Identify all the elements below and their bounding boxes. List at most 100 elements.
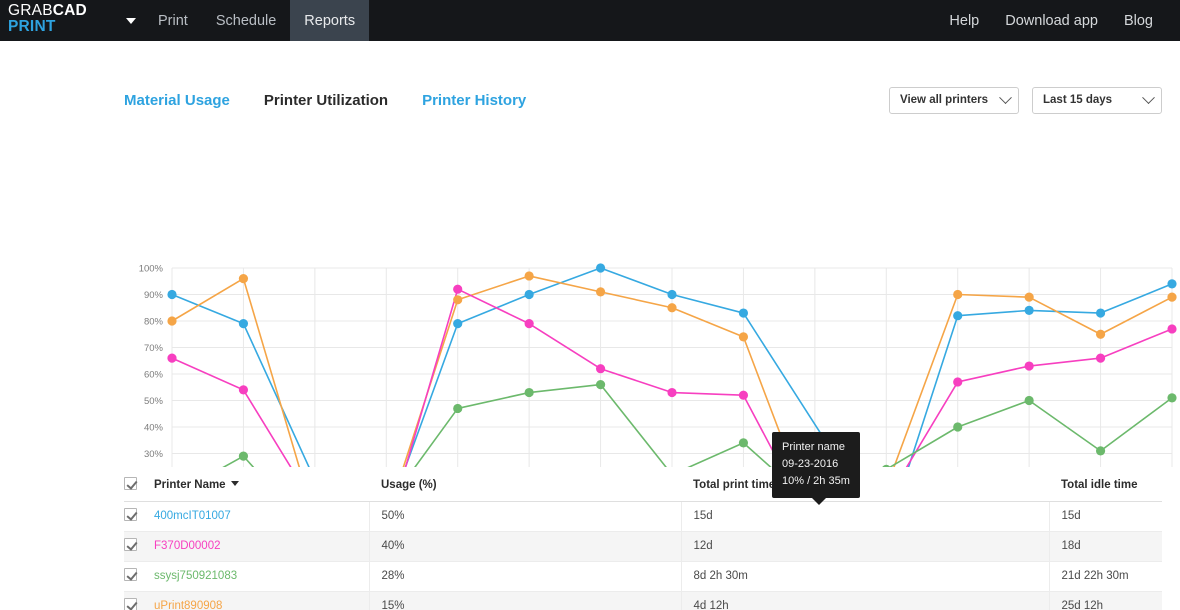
series-data-point[interactable] [738, 308, 749, 318]
series-data-point[interactable] [238, 274, 249, 284]
series-data-point[interactable] [1167, 292, 1177, 302]
nav-item-print[interactable]: Print [144, 0, 202, 41]
series-data-point[interactable] [595, 287, 606, 297]
row-checkbox[interactable] [124, 538, 137, 551]
series-data-point[interactable] [524, 289, 534, 300]
row-select-cell [124, 501, 154, 532]
nav-dropdown-toggle[interactable] [118, 0, 144, 41]
total-idle-time-cell: 21d 22h 30m [1048, 561, 1162, 592]
series-data-point[interactable] [238, 319, 249, 329]
y-axis-tick-label: 50% [144, 396, 164, 407]
series-data-point[interactable] [953, 311, 963, 321]
nav-link-help[interactable]: Help [936, 0, 992, 41]
total-print-time-cell: 4d 12h [680, 591, 1049, 610]
printers-table-body: 400mcIT01007 50% 15d 15d F370D00002 40% 12d 18d… [124, 501, 1162, 610]
nav-link-download-app[interactable]: Download app [992, 0, 1111, 41]
row-select-cell [124, 561, 154, 592]
series-data-point[interactable] [453, 319, 463, 329]
series-data-point[interactable] [453, 403, 463, 414]
tab-printer-utilization[interactable]: Printer Utilization [264, 92, 388, 109]
series-data-point[interactable] [953, 289, 963, 300]
series-data-point[interactable] [953, 422, 963, 432]
table-row[interactable]: ssysj750921083 28% 8d 2h 30m 21d 22h 30m [124, 561, 1162, 592]
series-data-point[interactable] [738, 332, 749, 342]
header-usage[interactable]: Usage (%) [369, 471, 681, 502]
series-data-point[interactable] [667, 387, 677, 398]
series-data-point[interactable] [667, 289, 677, 300]
tab-printer-history[interactable]: Printer History [422, 92, 526, 109]
total-idle-time-cell: 15d [1048, 501, 1162, 532]
table-row[interactable]: F370D00002 40% 12d 18d [124, 531, 1162, 562]
printer-name-link[interactable]: uPrint890908 [154, 600, 222, 610]
series-data-point[interactable] [1095, 446, 1106, 456]
series-data-point[interactable] [524, 319, 534, 329]
printer-name-link[interactable]: ssysj750921083 [154, 570, 237, 582]
printer-name-link[interactable]: F370D00002 [154, 540, 221, 552]
y-axis-tick-label: 30% [144, 449, 164, 460]
series-data-point[interactable] [953, 377, 963, 387]
series-data-point[interactable] [738, 390, 749, 400]
printer-name-cell: ssysj750921083 [154, 561, 369, 592]
series-data-point[interactable] [1167, 279, 1177, 289]
series-data-point[interactable] [1024, 395, 1034, 406]
date-range-select[interactable]: Last 15 days [1032, 86, 1162, 114]
series-data-point[interactable] [595, 263, 606, 273]
header-printer-name[interactable]: Printer Name [154, 471, 369, 502]
table-row[interactable]: 400mcIT01007 50% 15d 15d [124, 501, 1162, 532]
series-data-point[interactable] [524, 271, 534, 281]
series-data-point[interactable] [882, 464, 891, 467]
top-navigation-bar: GRABCAD PRINT Print Schedule Reports Hel… [0, 0, 1180, 41]
series-data-point[interactable] [1095, 353, 1106, 363]
printer-name-link[interactable]: 400mcIT01007 [154, 510, 231, 522]
row-checkbox[interactable] [124, 598, 137, 610]
grabcad-print-logo[interactable]: GRABCAD PRINT [0, 0, 118, 41]
row-checkbox[interactable] [124, 568, 137, 581]
series-data-point[interactable] [1095, 329, 1106, 339]
series-data-point[interactable] [238, 385, 249, 395]
nav-link-blog[interactable]: Blog [1111, 0, 1166, 41]
series-data-point[interactable] [667, 303, 677, 313]
tooltip-date: 09-23-2016 [782, 458, 839, 470]
row-checkbox[interactable] [124, 508, 137, 521]
series-data-point[interactable] [167, 353, 177, 363]
y-axis-tick-label: 100% [139, 264, 164, 275]
tab-material-usage[interactable]: Material Usage [124, 92, 230, 109]
series-data-point[interactable] [167, 316, 177, 326]
series-data-point[interactable] [1167, 393, 1177, 403]
series-data-point[interactable] [595, 380, 606, 390]
series-data-point[interactable] [1167, 324, 1177, 334]
usage-cell: 15% [368, 591, 681, 610]
total-idle-time-cell: 18d [1048, 531, 1162, 562]
printer-filter-select[interactable]: View all printers [889, 86, 1019, 114]
tooltip-value: 10% / 2h 35m [782, 475, 850, 487]
header-total-print-time[interactable]: Total print time [681, 471, 1049, 502]
row-select-cell [124, 531, 154, 562]
chevron-down-icon [999, 90, 1012, 104]
top-nav-right-links: Help Download app Blog [936, 0, 1180, 41]
series-data-point[interactable] [595, 364, 606, 374]
series-data-point[interactable] [738, 438, 749, 448]
select-all-checkbox[interactable] [124, 477, 137, 490]
table-row[interactable]: uPrint890908 15% 4d 12h 25d 12h [124, 591, 1162, 610]
series-data-point[interactable] [453, 295, 463, 305]
brand-grab-text: GRAB [8, 2, 53, 19]
y-axis-tick-label: 40% [144, 423, 164, 434]
header-total-idle-time[interactable]: Total idle time [1049, 471, 1162, 502]
nav-item-schedule[interactable]: Schedule [202, 0, 290, 41]
series-data-point[interactable] [1024, 361, 1034, 371]
brand-line-grabcad: GRABCAD [8, 3, 118, 19]
total-print-time-cell: 15d [680, 501, 1049, 532]
usage-cell: 40% [368, 531, 681, 562]
series-data-point[interactable] [453, 284, 463, 294]
series-data-point[interactable] [524, 387, 534, 398]
printer-name-cell: 400mcIT01007 [154, 501, 369, 532]
series-data-point[interactable] [167, 289, 177, 300]
total-print-time-cell: 8d 2h 30m [680, 561, 1049, 592]
utilization-line-chart-svg[interactable]: 010%20%30%40%50%60%70%80%90%100%Sept 14,… [0, 127, 1180, 467]
series-data-point[interactable] [1024, 292, 1034, 302]
series-data-point[interactable] [238, 451, 249, 461]
nav-item-reports[interactable]: Reports [290, 0, 370, 41]
series-data-point[interactable] [1095, 308, 1106, 318]
series-data-point[interactable] [1024, 305, 1034, 315]
usage-cell: 28% [368, 561, 681, 592]
